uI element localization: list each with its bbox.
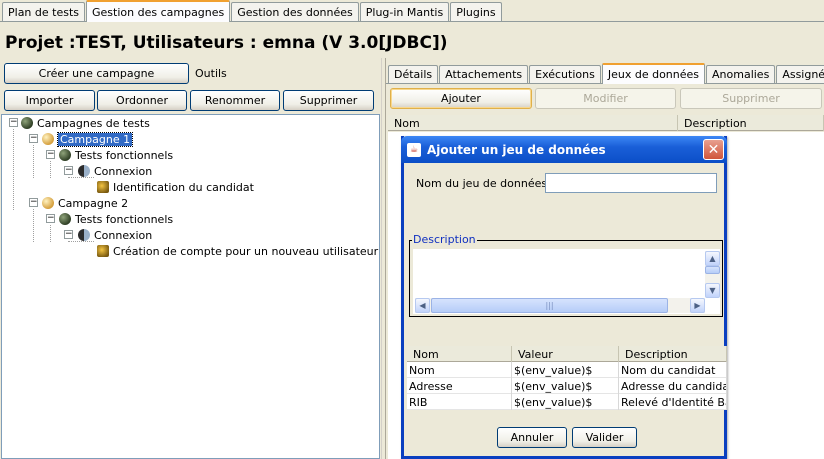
param-name-cell: Nom <box>407 362 512 378</box>
tab-plan-de-tests[interactable]: Plan de tests <box>2 2 86 21</box>
param-name-cell: RIB <box>407 394 512 410</box>
family-icon <box>59 149 71 161</box>
add-dataset-button[interactable]: Ajouter <box>390 88 532 109</box>
tree-node-label: Création de compte pour un nouveau utili… <box>113 244 379 258</box>
tab-executions[interactable]: Exécutions <box>529 65 601 83</box>
family-icon <box>59 213 71 225</box>
create-campaign-button[interactable]: Créer une campagne <box>4 63 189 84</box>
tree-node-test[interactable]: Identification du candidat <box>97 179 254 195</box>
description-legend: Description <box>412 233 477 246</box>
parameter-table-header: Nom Valeur Description <box>407 346 727 362</box>
tab-attachements[interactable]: Attachements <box>439 65 529 83</box>
tab-details[interactable]: Détails <box>388 65 439 83</box>
delete-dataset-button[interactable]: Supprimer <box>680 88 822 109</box>
tree-node-family[interactable]: Tests fonctionnels <box>59 147 173 163</box>
detail-tab-bar: Détails Attachements Exécutions Jeux de … <box>386 62 824 84</box>
globe-icon <box>21 117 33 129</box>
suite-icon <box>78 229 90 241</box>
tab-gestion-des-campagnes[interactable]: Gestion des campagnes <box>86 0 231 22</box>
column-header-name[interactable]: Nom <box>388 115 678 131</box>
campaign-icon <box>42 197 54 209</box>
scroll-up-icon[interactable]: ▲ <box>705 251 720 266</box>
tree-node-label: Campagne 2 <box>58 196 129 210</box>
param-value-cell: $(env_value)$ <box>512 394 619 410</box>
collapse-icon[interactable]: − <box>29 198 38 207</box>
description-textarea[interactable]: ▲ ▼ ◀ ||| ▶ <box>413 249 720 314</box>
vertical-scroll-thumb[interactable] <box>705 266 720 274</box>
dataset-table-header: Nom Description <box>388 115 824 131</box>
table-row[interactable]: RIB $(env_value)$ Relevé d'Identité Ba..… <box>407 394 727 410</box>
test-icon <box>97 181 109 193</box>
scroll-down-icon[interactable]: ▼ <box>705 283 720 298</box>
tools-label: Outils <box>195 67 227 80</box>
tab-anomalies[interactable]: Anomalies <box>706 65 776 83</box>
tab-plugin-mantis[interactable]: Plug-in Mantis <box>359 2 450 21</box>
test-icon <box>97 245 109 257</box>
dialog-title-bar[interactable]: ☕ Ajouter un jeu de données ✕ <box>401 136 727 163</box>
param-value-cell: $(env_value)$ <box>512 362 619 378</box>
tree-node-suite[interactable]: Connexion <box>78 227 152 243</box>
tree-node-label: Identification du candidat <box>113 180 254 194</box>
collapse-icon[interactable]: − <box>64 166 73 175</box>
collapse-icon[interactable]: − <box>29 134 38 143</box>
tree-node-campaign-1[interactable]: Campagne 1 <box>42 131 134 147</box>
table-row[interactable]: Adresse $(env_value)$ Adresse du candida… <box>407 378 727 394</box>
import-button[interactable]: Importer <box>4 90 95 111</box>
tab-jeux-de-donnees[interactable]: Jeux de données <box>601 63 706 84</box>
scroll-left-icon[interactable]: ◀ <box>415 298 430 313</box>
collapse-icon[interactable]: − <box>9 118 18 127</box>
rename-button[interactable]: Renommer <box>190 90 280 111</box>
add-dataset-dialog: ☕ Ajouter un jeu de données ✕ Nom du jeu… <box>401 136 727 459</box>
column-header-param-name[interactable]: Nom <box>407 346 512 362</box>
suite-icon <box>78 165 90 177</box>
horizontal-scroll-thumb[interactable]: ||| <box>431 298 668 313</box>
dataset-name-input[interactable] <box>545 173 717 193</box>
validate-button[interactable]: Valider <box>572 427 637 448</box>
tab-gestion-des-donnees[interactable]: Gestion des données <box>231 2 359 21</box>
tree-node-label: Tests fonctionnels <box>75 148 174 162</box>
tree-node-label: Campagne 1 <box>56 131 134 147</box>
tree-node-label: Connexion <box>94 164 153 178</box>
order-button[interactable]: Ordonner <box>97 90 187 111</box>
tree-node-label: Tests fonctionnels <box>75 212 174 226</box>
param-value-cell: $(env_value)$ <box>512 378 619 394</box>
dataset-name-label: Nom du jeu de données : <box>416 177 555 190</box>
tree-node-label: Connexion <box>94 228 153 242</box>
scroll-right-icon[interactable]: ▶ <box>690 298 705 313</box>
param-name-cell: Adresse <box>407 378 512 394</box>
java-icon: ☕ <box>407 142 421 157</box>
page-title: Projet :TEST, Utilisateurs : emna (V 3.0… <box>5 33 448 53</box>
cancel-button[interactable]: Annuler <box>497 427 567 448</box>
tab-plugins[interactable]: Plugins <box>450 2 502 21</box>
column-header-param-description[interactable]: Description <box>619 346 727 362</box>
tab-assigne-a[interactable]: Assigné à <box>776 65 824 83</box>
description-group: Description ▲ ▼ ◀ ||| ▶ <box>409 233 723 317</box>
column-header-description[interactable]: Description <box>678 115 824 131</box>
modify-dataset-button[interactable]: Modifier <box>535 88 676 109</box>
collapse-icon[interactable]: − <box>46 214 55 223</box>
delete-campaign-button[interactable]: Supprimer <box>283 90 374 111</box>
top-tab-bar: Plan de tests Gestion des campagnes Gest… <box>0 0 824 22</box>
param-description-cell: Relevé d'Identité Ba... <box>619 394 727 410</box>
table-row[interactable]: Nom $(env_value)$ Nom du candidat <box>407 362 727 378</box>
parameter-table[interactable]: Nom Valeur Description Nom $(env_value)$… <box>407 346 727 410</box>
tree-node-campaign-2[interactable]: Campagne 2 <box>42 195 128 211</box>
collapse-icon[interactable]: − <box>46 150 55 159</box>
tree-node-label: Campagnes de tests <box>37 116 150 130</box>
tree-node-suite[interactable]: Connexion <box>78 163 152 179</box>
tree-node-root[interactable]: Campagnes de tests <box>21 115 150 131</box>
tree-node-family[interactable]: Tests fonctionnels <box>59 211 173 227</box>
column-header-param-value[interactable]: Valeur <box>512 346 619 362</box>
collapse-icon[interactable]: − <box>64 230 73 239</box>
param-description-cell: Nom du candidat <box>619 362 727 378</box>
campaign-panel: Créer une campagne Outils Importer Ordon… <box>0 58 381 459</box>
tree-node-test[interactable]: Création de compte pour un nouveau utili… <box>97 243 378 259</box>
close-icon[interactable]: ✕ <box>703 139 724 160</box>
dialog-title: Ajouter un jeu de données <box>427 142 606 157</box>
campaign-tree[interactable]: − Campagnes de tests − Campagne 1 − Test… <box>1 114 380 459</box>
campaign-icon <box>42 133 54 145</box>
param-description-cell: Adresse du candidat <box>621 378 727 394</box>
